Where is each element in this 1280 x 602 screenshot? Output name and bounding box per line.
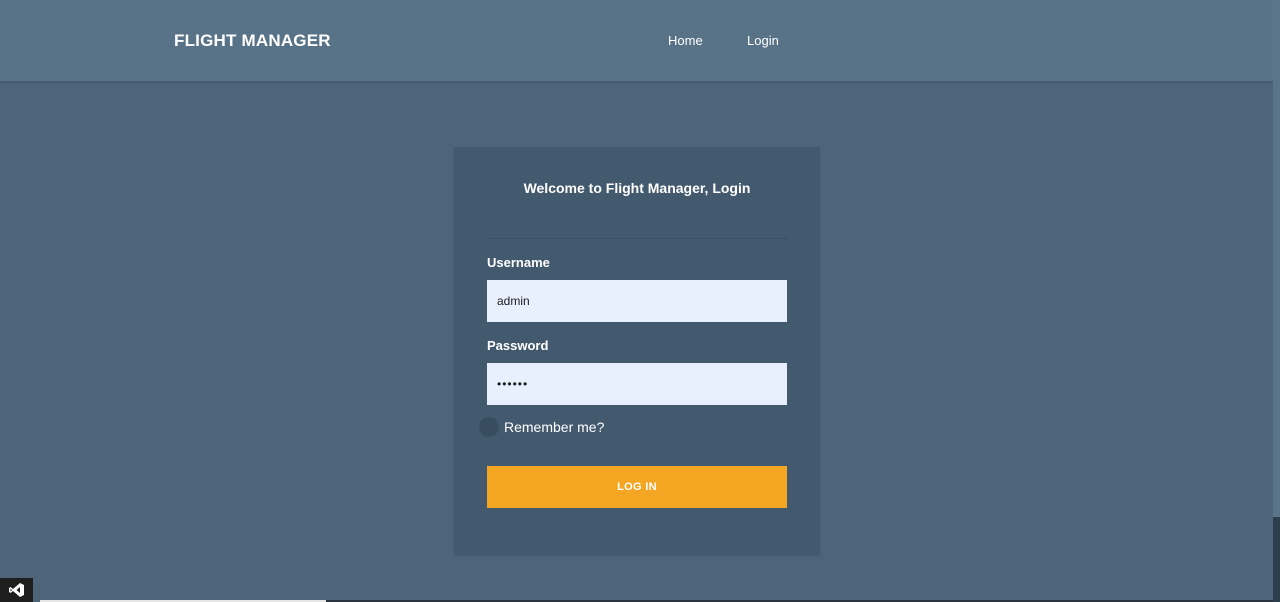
brand-title[interactable]: FLIGHT MANAGER [174,31,331,51]
nav-home-link[interactable]: Home [668,33,703,48]
scrollbar[interactable] [1273,0,1280,602]
visual-studio-icon[interactable] [0,578,33,602]
password-label: Password [487,338,549,353]
login-button[interactable]: LOG IN [487,466,787,508]
remember-me-checkbox[interactable] [479,417,499,437]
login-title: Welcome to Flight Manager, Login [523,180,751,196]
title-divider [487,238,787,239]
password-input[interactable] [487,363,787,405]
scrollbar-thumb[interactable] [1273,517,1280,602]
username-label: Username [487,255,550,270]
username-input[interactable] [487,280,787,322]
nav-login-link[interactable]: Login [747,33,779,48]
login-card: Welcome to Flight Manager, Login Usernam… [454,147,820,555]
top-navbar: FLIGHT MANAGER Home Login [0,0,1273,81]
remember-me-label[interactable]: Remember me? [504,419,604,435]
